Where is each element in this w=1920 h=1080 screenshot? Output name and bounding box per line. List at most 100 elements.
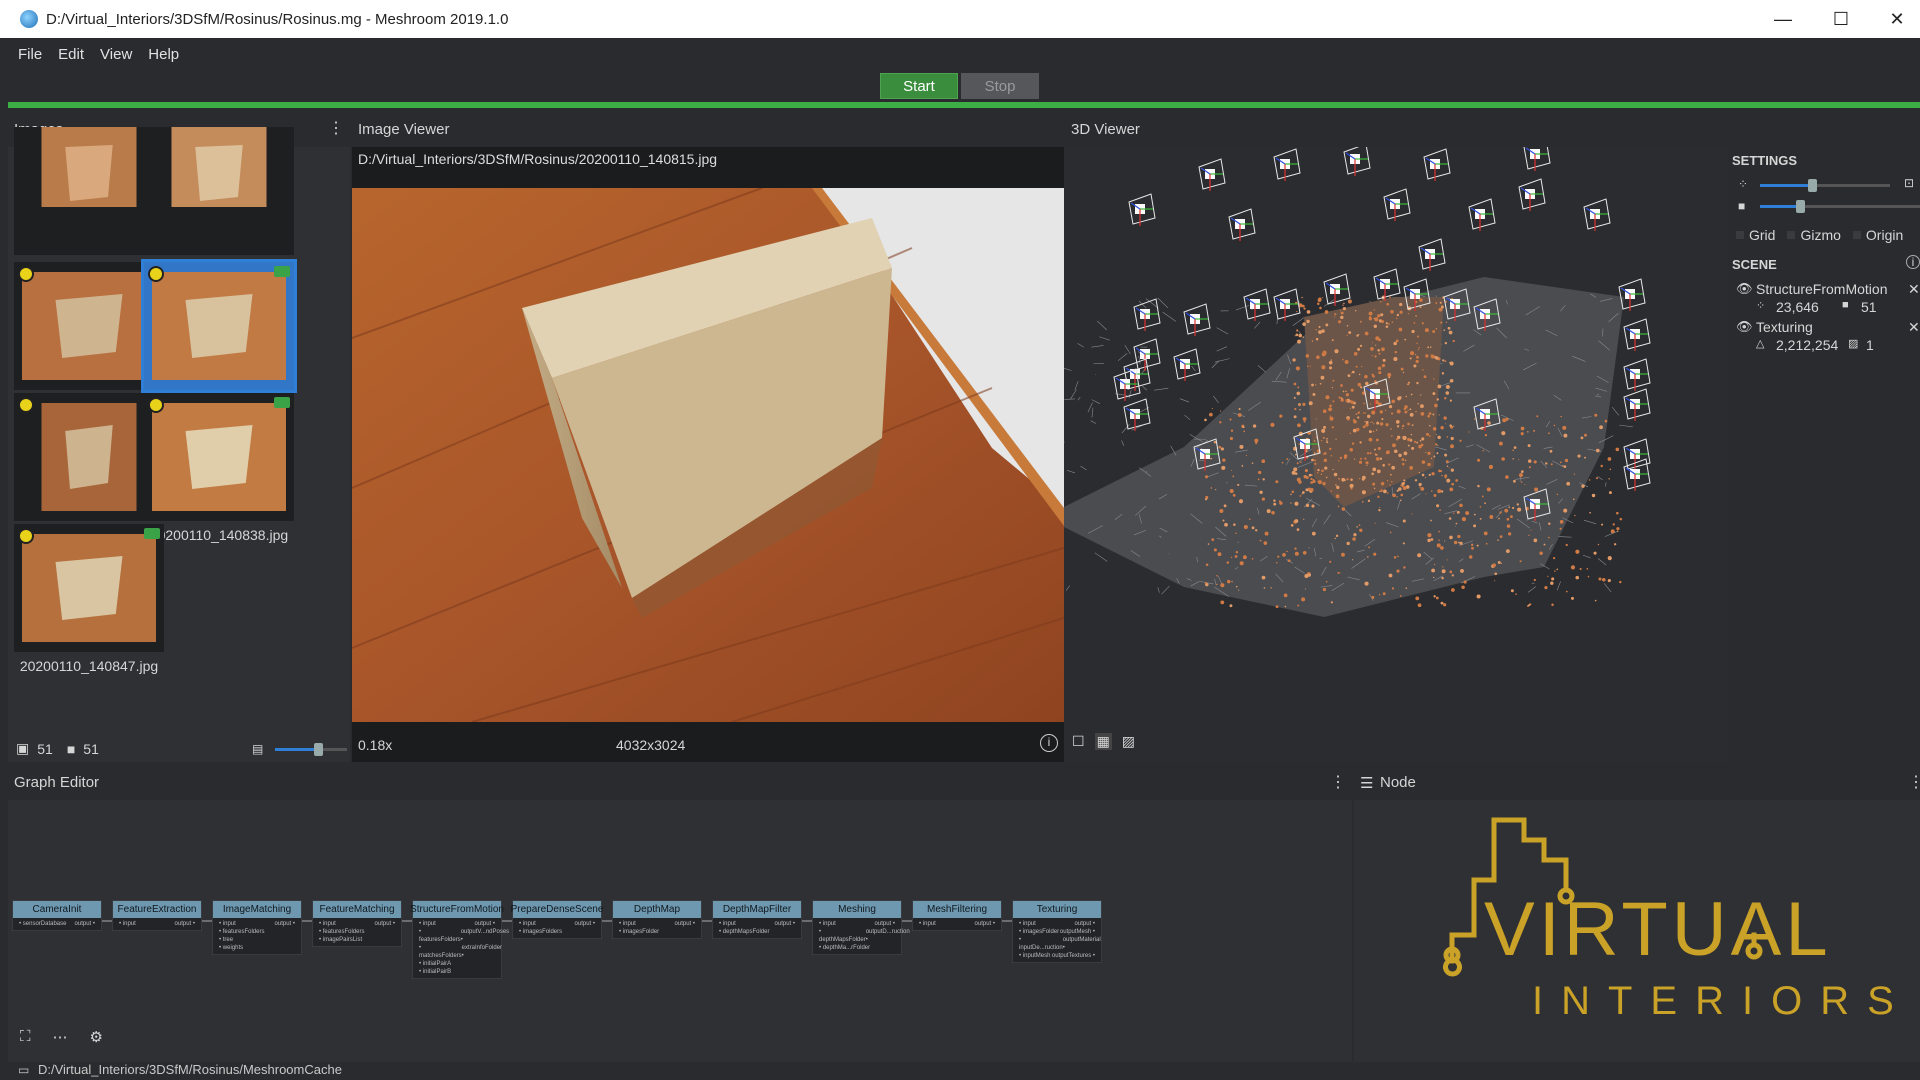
node-input-port[interactable]: • imagesFolders bbox=[519, 928, 562, 936]
thumbnail-frame[interactable] bbox=[141, 259, 297, 393]
node-output-port[interactable]: output • bbox=[975, 920, 995, 928]
wireframe-mode-icon[interactable]: ▦ bbox=[1094, 733, 1112, 750]
camera-frustum[interactable] bbox=[1273, 148, 1301, 181]
camera-frustum[interactable] bbox=[1273, 288, 1301, 321]
menu-help[interactable]: Help bbox=[140, 46, 187, 63]
remove-item-icon[interactable]: ✕ bbox=[1908, 281, 1920, 298]
camera-frustum[interactable] bbox=[1518, 178, 1546, 211]
node-input-port[interactable]: • weights bbox=[219, 944, 243, 952]
graph-node-featureextraction[interactable]: FeatureExtraction • input output • bbox=[112, 900, 202, 931]
graph-node-texturing[interactable]: Texturing • input output • • imagesFolder ou… bbox=[1012, 900, 1102, 963]
gizmo-toggle[interactable]: Gizmo bbox=[1787, 227, 1841, 243]
solid-mode-icon[interactable]: ☐ bbox=[1072, 733, 1085, 750]
image-thumbnail[interactable]: 20200110_140838.jpg bbox=[144, 393, 294, 543]
camera-frustum[interactable] bbox=[1468, 198, 1496, 231]
node-output-port[interactable]: output • bbox=[75, 920, 95, 928]
textured-mode-icon[interactable]: ▨ bbox=[1122, 733, 1135, 750]
thumbnail-frame[interactable] bbox=[144, 127, 294, 255]
camera-frustum[interactable] bbox=[1423, 148, 1451, 181]
cache-path[interactable]: D:/Virtual_Interiors/3DSfM/Rosinus/Meshr… bbox=[38, 1062, 342, 1077]
camera-scale-handle[interactable] bbox=[1796, 200, 1805, 213]
node-output-port[interactable]: output • bbox=[675, 920, 695, 928]
node-input-port[interactable]: • depthMa...rFolder bbox=[819, 944, 870, 952]
node-input-port[interactable]: • imagePairsList bbox=[319, 936, 362, 944]
graph-node-featurematching[interactable]: FeatureMatching • input output • • features… bbox=[312, 900, 402, 947]
viewer-image[interactable] bbox=[352, 188, 1064, 722]
close-window-button[interactable]: ✕ bbox=[1868, 0, 1920, 38]
graph-node-depthmap[interactable]: DepthMap • input output • • imagesFolder bbox=[612, 900, 702, 939]
menu-view[interactable]: View bbox=[92, 46, 140, 63]
images-menu-icon[interactable]: ⋮ bbox=[328, 118, 344, 138]
grid-checkbox[interactable] bbox=[1736, 231, 1744, 239]
origin-checkbox[interactable] bbox=[1852, 231, 1861, 239]
info-icon[interactable]: i bbox=[1040, 734, 1058, 752]
graph-node-structurefrommotion[interactable]: StructureFromMotion • input output • • feat… bbox=[410, 900, 509, 979]
maximize-button[interactable]: ☐ bbox=[1812, 0, 1870, 38]
node-input-port[interactable]: • input bbox=[519, 920, 536, 928]
image-thumbnail[interactable]: 20200110_140757.jpg bbox=[14, 127, 164, 277]
camera-frustum[interactable] bbox=[1228, 208, 1256, 241]
camera-frustum[interactable] bbox=[1198, 158, 1226, 191]
visibility-eye-icon[interactable]: 👁 bbox=[1736, 281, 1753, 297]
viewer3d-panel[interactable]: ☐ ▦ ▨ bbox=[1064, 147, 1728, 762]
node-output-port[interactable]: output • bbox=[875, 920, 895, 928]
grid-toggle[interactable]: Grid bbox=[1736, 227, 1775, 243]
image-thumbnail[interactable]: 20200110_140808.jpg bbox=[14, 262, 164, 412]
node-output-port[interactable]: outputD...ruction • bbox=[866, 928, 910, 944]
node-input-port[interactable]: • input bbox=[919, 920, 936, 928]
camera-frustum[interactable] bbox=[1523, 147, 1551, 171]
node-input-port[interactable]: • matchesFolders bbox=[419, 944, 462, 960]
node-input-port[interactable]: • inputDe...ruction bbox=[1019, 936, 1063, 952]
camera-frustum[interactable] bbox=[1133, 298, 1161, 331]
graph-node-meshfiltering[interactable]: MeshFiltering • input output • bbox=[912, 900, 1002, 931]
node-input-port[interactable]: • tree bbox=[219, 936, 233, 944]
camera-frustum[interactable] bbox=[1623, 358, 1651, 391]
thumbnail-frame[interactable] bbox=[14, 127, 164, 255]
thumbnail-size-slider[interactable] bbox=[275, 743, 347, 756]
graph-node-preparedensescene[interactable]: PrepareDenseScene • input output • • images… bbox=[511, 900, 603, 939]
camera-frustum[interactable] bbox=[1373, 268, 1401, 301]
node-output-port[interactable]: output • bbox=[1075, 920, 1095, 928]
camera-frustum[interactable] bbox=[1123, 398, 1151, 431]
graph-settings-icon[interactable]: ⚙ bbox=[90, 1028, 103, 1046]
node-input-port[interactable]: • input bbox=[219, 920, 236, 928]
visibility-eye-icon[interactable]: 👁 bbox=[1736, 319, 1753, 335]
fit-view-icon[interactable]: ⊡ bbox=[1904, 176, 1914, 190]
menu-file[interactable]: File bbox=[10, 46, 50, 63]
graph-node-imagematching[interactable]: ImageMatching • input output • • featuresFo… bbox=[212, 900, 302, 955]
node-output-port[interactable]: outputMaterial • bbox=[1063, 936, 1101, 952]
node-output-port[interactable]: output • bbox=[575, 920, 595, 928]
image-thumbnail[interactable]: 20200110_140847.jpg bbox=[14, 524, 164, 674]
node-input-port[interactable]: • featuresFolders bbox=[219, 928, 264, 936]
node-input-port[interactable]: • sensorDatabase bbox=[19, 920, 66, 928]
point-size-slider[interactable] bbox=[1760, 179, 1890, 192]
node-output-port[interactable]: extraInfoFolder • bbox=[462, 944, 502, 960]
layout-graph-icon[interactable]: ⋯ bbox=[53, 1028, 68, 1046]
start-button[interactable]: Start bbox=[880, 73, 958, 99]
menu-edit[interactable]: Edit bbox=[50, 46, 92, 63]
camera-frustum[interactable] bbox=[1418, 238, 1446, 271]
camera-frustum[interactable] bbox=[1618, 278, 1646, 311]
image-thumbnail[interactable]: 20200110_140802.jpg bbox=[144, 127, 294, 277]
camera-frustum[interactable] bbox=[1623, 388, 1651, 421]
node-input-port[interactable]: • initialPairA bbox=[419, 960, 451, 968]
camera-frustum[interactable] bbox=[1623, 438, 1651, 471]
gizmo-checkbox[interactable] bbox=[1787, 231, 1796, 239]
node-output-port[interactable]: outputMesh • bbox=[1060, 928, 1095, 936]
node-output-port[interactable]: output • bbox=[275, 920, 295, 928]
camera-scale-slider[interactable] bbox=[1760, 200, 1920, 213]
node-output-port[interactable]: output • bbox=[375, 920, 395, 928]
remove-item-icon[interactable]: ✕ bbox=[1908, 319, 1920, 336]
thumbnail-size-handle[interactable] bbox=[314, 743, 324, 756]
camera-frustum[interactable] bbox=[1343, 147, 1371, 176]
node-input-port[interactable]: • imagesFolder bbox=[619, 928, 659, 936]
node-input-port[interactable]: • input bbox=[819, 920, 836, 928]
camera-frustum[interactable] bbox=[1623, 318, 1651, 351]
thumbnail-frame[interactable] bbox=[14, 262, 164, 390]
image-thumbnail[interactable]: 20200110_140826.jpg bbox=[14, 393, 164, 543]
camera-frustum[interactable] bbox=[1183, 303, 1211, 336]
node-output-port[interactable]: output • bbox=[475, 920, 495, 928]
node-input-port[interactable]: • input bbox=[119, 920, 136, 928]
fit-graph-icon[interactable]: ⛶ bbox=[20, 1028, 31, 1046]
node-input-port[interactable]: • initialPairB bbox=[419, 968, 451, 976]
